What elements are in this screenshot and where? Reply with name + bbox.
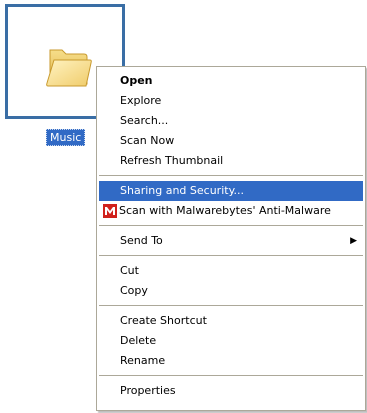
menu-item-properties[interactable]: Properties bbox=[97, 381, 365, 401]
menu-item-label: Scan with Malwarebytes' Anti-Malware bbox=[119, 204, 331, 217]
malwarebytes-icon bbox=[103, 204, 117, 218]
menu-item-refresh-thumbnail[interactable]: Refresh Thumbnail bbox=[97, 151, 365, 171]
menu-item-open[interactable]: Open bbox=[97, 71, 365, 91]
menu-item-search[interactable]: Search... bbox=[97, 111, 365, 131]
menu-item-rename[interactable]: Rename bbox=[97, 351, 365, 371]
menu-item-label: Send To bbox=[120, 234, 163, 247]
menu-separator bbox=[99, 175, 363, 176]
menu-item-sharing-security[interactable]: Sharing and Security... bbox=[99, 181, 363, 201]
menu-item-send-to[interactable]: Send To ▶ bbox=[97, 231, 365, 251]
context-menu: Open Explore Search... Scan Now Refresh … bbox=[96, 66, 366, 411]
menu-item-explore[interactable]: Explore bbox=[97, 91, 365, 111]
menu-item-scan-malwarebytes[interactable]: Scan with Malwarebytes' Anti-Malware bbox=[97, 201, 365, 221]
menu-separator bbox=[99, 375, 363, 376]
desktop: Music Open Explore Search... Scan Now Re… bbox=[0, 0, 367, 413]
menu-item-copy[interactable]: Copy bbox=[97, 281, 365, 301]
menu-item-create-shortcut[interactable]: Create Shortcut bbox=[97, 311, 365, 331]
menu-item-scan-now[interactable]: Scan Now bbox=[97, 131, 365, 151]
menu-separator bbox=[99, 225, 363, 226]
menu-item-cut[interactable]: Cut bbox=[97, 261, 365, 281]
menu-item-delete[interactable]: Delete bbox=[97, 331, 365, 351]
menu-separator bbox=[99, 305, 363, 306]
menu-separator bbox=[99, 255, 363, 256]
folder-icon bbox=[46, 49, 92, 87]
triangle-right-icon: ▶ bbox=[350, 236, 357, 246]
folder-label[interactable]: Music bbox=[46, 129, 86, 146]
